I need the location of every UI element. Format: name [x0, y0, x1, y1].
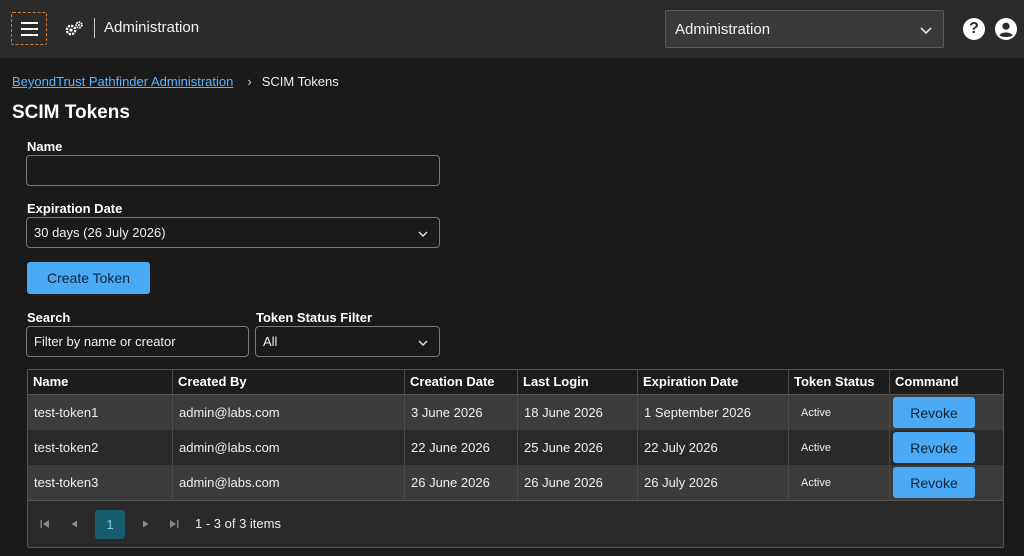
help-icon[interactable]: ?	[963, 18, 985, 40]
chevron-down-icon	[418, 231, 428, 238]
cell-name: test-token1	[28, 395, 173, 430]
pager: 1 1 - 3 of 3 items	[28, 500, 1003, 547]
first-page-icon[interactable]	[39, 518, 51, 530]
cell-command: Revoke	[890, 395, 1003, 430]
top-bar: Administration Administration ?	[0, 0, 1024, 58]
expiration-date-select[interactable]: 30 days (26 July 2026)	[26, 217, 440, 248]
page-title: SCIM Tokens	[12, 102, 130, 123]
revoke-button[interactable]: Revoke	[893, 467, 975, 498]
table-row: test-token2 admin@labs.com 22 June 2026 …	[28, 430, 1003, 465]
column-header-expiration-date[interactable]: Expiration Date	[638, 370, 789, 395]
column-header-created-by[interactable]: Created By	[173, 370, 405, 395]
breadcrumb-current: SCIM Tokens	[261, 74, 339, 89]
cell-expiration-date: 22 July 2026	[638, 430, 789, 465]
name-input[interactable]	[26, 155, 440, 186]
table-row: test-token1 admin@labs.com 3 June 2026 1…	[28, 395, 1003, 430]
menu-line	[20, 27, 38, 30]
cell-token-status: Active	[789, 395, 890, 430]
workspace-select[interactable]: Administration	[665, 10, 944, 48]
gears-icon	[65, 21, 83, 36]
chevron-down-icon	[920, 27, 932, 35]
title-divider	[94, 18, 95, 38]
table-header: Name Created By Creation Date Last Login…	[28, 370, 1003, 395]
cell-last-login: 25 June 2026	[518, 430, 638, 465]
column-header-command: Command	[895, 374, 959, 389]
breadcrumb: BeyondTrust Pathfinder Administration › …	[12, 74, 339, 89]
revoke-button[interactable]: Revoke	[893, 432, 975, 463]
create-token-button[interactable]: Create Token	[27, 262, 150, 294]
column-header-name[interactable]: Name	[28, 370, 173, 395]
cell-creation-date: 22 June 2026	[405, 430, 518, 465]
cell-last-login: 18 June 2026	[518, 395, 638, 430]
previous-page-icon[interactable]	[68, 518, 80, 530]
column-header-creation-date[interactable]: Creation Date	[405, 370, 518, 395]
column-header-token-status[interactable]: Token Status	[789, 370, 890, 395]
column-header-last-login[interactable]: Last Login	[518, 370, 638, 395]
page-number-button[interactable]: 1	[95, 510, 125, 539]
next-page-icon[interactable]	[140, 518, 152, 530]
app-title: Administration	[104, 19, 200, 36]
token-status-filter-label: Token Status Filter	[256, 310, 373, 325]
cell-last-login: 26 June 2026	[518, 465, 638, 500]
cell-creation-date: 3 June 2026	[405, 395, 518, 430]
menu-line	[20, 21, 38, 24]
cell-creation-date: 26 June 2026	[405, 465, 518, 500]
table-row: test-token3 admin@labs.com 26 June 2026 …	[28, 465, 1003, 500]
cell-expiration-date: 26 July 2026	[638, 465, 789, 500]
breadcrumb-separator: ›	[247, 74, 252, 89]
cell-name: test-token3	[28, 465, 173, 500]
breadcrumb-root-link[interactable]: BeyondTrust Pathfinder Administration	[12, 74, 233, 89]
cell-command: Revoke	[890, 465, 1003, 500]
cell-created-by: admin@labs.com	[173, 430, 405, 465]
cell-token-status: Active	[789, 465, 890, 500]
search-placeholder: Filter by name or creator	[34, 334, 176, 349]
menu-line	[20, 33, 38, 36]
chevron-down-icon	[418, 340, 428, 347]
user-account-icon[interactable]	[995, 18, 1017, 40]
cell-command: Revoke	[890, 430, 1003, 465]
search-label: Search	[27, 310, 71, 325]
search-input[interactable]: Filter by name or creator	[26, 326, 249, 357]
name-label: Name	[27, 139, 63, 154]
cell-created-by: admin@labs.com	[173, 465, 405, 500]
last-page-icon[interactable]	[168, 518, 180, 530]
expiration-date-label: Expiration Date	[27, 201, 123, 216]
cell-name: test-token2	[28, 430, 173, 465]
token-status-filter-value: All	[263, 334, 278, 349]
token-status-filter-select[interactable]: All	[255, 326, 440, 357]
pager-info: 1 - 3 of 3 items	[195, 516, 281, 531]
revoke-button[interactable]: Revoke	[893, 397, 975, 428]
workspace-select-value: Administration	[675, 20, 771, 38]
expiration-date-value: 30 days (26 July 2026)	[34, 225, 166, 240]
hamburger-menu-button[interactable]	[11, 12, 47, 45]
cell-token-status: Active	[789, 430, 890, 465]
tokens-table: Name Created By Creation Date Last Login…	[27, 369, 1004, 548]
cell-created-by: admin@labs.com	[173, 395, 405, 430]
cell-expiration-date: 1 September 2026	[638, 395, 789, 430]
